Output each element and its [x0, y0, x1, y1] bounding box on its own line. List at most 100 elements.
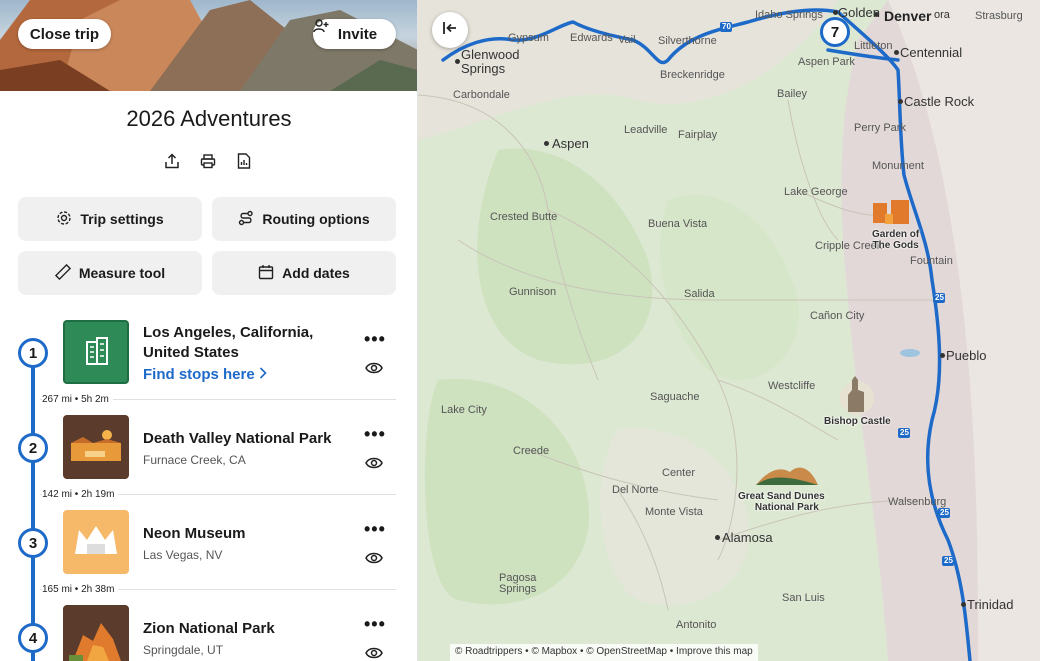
trip-title: 2026 Adventures [126, 106, 292, 131]
city-label: Aspen [552, 136, 589, 151]
eye-icon[interactable] [365, 551, 383, 565]
routing-options-button[interactable]: Routing options [212, 197, 396, 241]
stop-title[interactable]: Death Valley National Park [143, 429, 363, 449]
find-stops-link[interactable]: Find stops here [143, 366, 267, 383]
more-options-icon[interactable]: ••• [364, 330, 386, 348]
stop-title[interactable]: Zion National Park [143, 619, 343, 639]
city-icon [63, 320, 129, 384]
town-label: Leadville [624, 124, 668, 136]
highway-shield: 25 [900, 428, 909, 437]
stop-item[interactable]: 2 Death Valley National Park Furnace Cre… [0, 415, 417, 485]
stop-title-line: Los Angeles, California, [143, 324, 314, 341]
poi-label-line: National Park [754, 502, 819, 513]
stop-subtitle: Las Vegas, NV [143, 548, 223, 562]
town-label: Del Norte [612, 484, 659, 496]
highway-shield: 25 [944, 556, 953, 565]
city-dot [455, 59, 460, 64]
eye-icon[interactable] [365, 456, 383, 470]
stop-number: 4 [18, 623, 48, 653]
city-label: Trinidad [967, 597, 1014, 612]
town-label: Edwards [570, 32, 613, 44]
town-label: Lake City [441, 404, 487, 416]
poi-label-line: The Gods [872, 240, 919, 251]
town-label: Springs [499, 583, 537, 595]
town-label: Strasburg [975, 10, 1023, 22]
garden-of-the-gods-icon [873, 200, 909, 224]
invite-button[interactable]: Invite [313, 19, 396, 49]
highway-shield: 25 [940, 508, 949, 517]
highway-shield: 25 [935, 293, 944, 302]
stop-number: 3 [18, 528, 48, 558]
town-label: Lake George [784, 186, 848, 198]
canyon-icon [63, 605, 129, 661]
town-label: Perry Park [854, 122, 906, 134]
stop-item[interactable]: 4 Zion National Park Springdale, UT ••• [0, 605, 417, 661]
town-label: Westcliffe [768, 380, 816, 392]
invite-label: Invite [337, 25, 378, 43]
city-label: Denver [884, 8, 932, 24]
ruler-icon [54, 263, 71, 283]
town-label: Creede [513, 445, 550, 457]
leg-summary: 142 mi • 2h 19m [42, 489, 119, 500]
collapse-panel-button[interactable] [432, 12, 468, 48]
desert-icon [63, 415, 129, 479]
route-stop-marker[interactable]: 7 [820, 17, 850, 47]
gear-icon [56, 210, 72, 229]
eye-icon[interactable] [365, 646, 383, 660]
town-label: Saguache [650, 391, 700, 403]
stop-title-line: United States [143, 344, 239, 361]
add-dates-label: Add dates [282, 265, 350, 281]
stop-title[interactable]: Neon Museum [143, 524, 343, 544]
town-label: Carbondale [453, 89, 510, 101]
map-attribution[interactable]: © Roadtrippers • © Mapbox • © OpenStreet… [450, 644, 758, 661]
close-trip-button[interactable]: Close trip [18, 19, 111, 49]
find-stops-label: Find stops here [143, 366, 255, 383]
eye-icon[interactable] [365, 361, 383, 375]
town-label: Salida [684, 288, 715, 300]
measure-tool-button[interactable]: Measure tool [18, 251, 202, 295]
town-label: Vail [618, 34, 636, 46]
add-dates-button[interactable]: Add dates [212, 251, 396, 295]
city-label: Pueblo [946, 348, 987, 363]
trip-settings-button[interactable]: Trip settings [18, 197, 202, 241]
city-label: Centennial [900, 45, 963, 60]
poi-label-line: Great Sand Dunes [738, 491, 825, 502]
town-label: Bailey [777, 88, 807, 100]
share-icon[interactable] [163, 152, 181, 170]
collapse-left-icon [442, 21, 458, 40]
city-dot [940, 353, 945, 358]
town-label: Gypsum [508, 32, 549, 44]
town-label: Breckenridge [660, 69, 725, 81]
more-options-icon[interactable]: ••• [364, 615, 386, 633]
poi-label[interactable]: Garden of The Gods [872, 229, 919, 251]
hero-image: Close trip Invite [0, 0, 417, 91]
stop-item[interactable]: 3 Neon Museum Las Vegas, NV ••• [0, 510, 417, 580]
town-label: Buena Vista [648, 218, 708, 230]
trip-panel: Close trip Invite 2026 Adventures Trip s… [0, 0, 418, 661]
poi-label[interactable]: Bishop Castle [824, 416, 891, 427]
town-label: Crested Butte [490, 211, 558, 223]
town-label: Littleton [854, 40, 893, 52]
print-icon[interactable] [199, 152, 217, 170]
town-label: Cañon City [810, 310, 865, 322]
stop-title[interactable]: Los Angeles, California, United States [143, 323, 343, 363]
highway-shield: 70 [722, 22, 731, 31]
town-label: San Luis [782, 592, 825, 604]
leg-summary: 267 mi • 5h 2m [42, 394, 113, 405]
stop-subtitle: Springdale, UT [143, 643, 224, 657]
routing-options-label: Routing options [262, 211, 370, 227]
city-label: Glenwood [461, 47, 520, 62]
stop-number: 2 [18, 433, 48, 463]
stop-item[interactable]: 1 Los Angeles, California, United States… [0, 320, 417, 390]
report-icon[interactable] [235, 152, 253, 170]
poi-label[interactable]: Great Sand Dunes National Park [738, 491, 825, 513]
city-dot [544, 141, 549, 146]
more-options-icon[interactable]: ••• [364, 425, 386, 443]
poi-label-line: Garden of [872, 229, 920, 240]
chevron-right-icon [259, 366, 267, 383]
town-label: Center [662, 467, 696, 479]
stop-subtitle: Furnace Creek, CA [143, 453, 246, 467]
more-options-icon[interactable]: ••• [364, 520, 386, 538]
city-label: Springs [461, 61, 506, 76]
town-label: Aspen Park [798, 56, 855, 68]
